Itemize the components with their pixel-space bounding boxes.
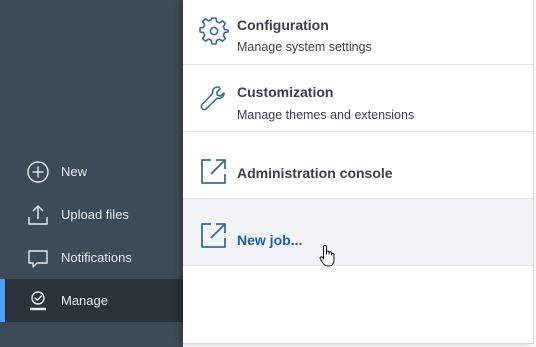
sidebar-item-label: Upload files — [61, 207, 129, 222]
menu-item-new-job[interactable]: New job... — [183, 199, 533, 266]
wrench-icon — [199, 84, 229, 114]
upload-icon — [26, 203, 50, 227]
gear-icon — [199, 15, 229, 45]
menu-item-title: Administration console — [237, 165, 393, 181]
menu-item-configuration[interactable]: Configuration Manage system settings — [183, 0, 533, 65]
sidebar-item-new[interactable]: New — [0, 150, 183, 193]
sidebar-item-label: Manage — [61, 293, 108, 308]
sidebar-item-manage[interactable]: Manage — [0, 279, 183, 322]
menu-item-administration-console[interactable]: Administration console — [183, 132, 533, 199]
manage-user-icon — [26, 289, 50, 313]
chat-bubble-icon — [26, 246, 50, 270]
external-link-icon — [199, 157, 229, 187]
sidebar-item-upload-files[interactable]: Upload files — [0, 193, 183, 236]
hand-pointer-icon — [319, 244, 337, 268]
menu-item-customization[interactable]: Customization Manage themes and extensio… — [183, 65, 533, 132]
manage-panel: Configuration Manage system settings Cus… — [183, 0, 534, 344]
sidebar-item-notifications[interactable]: Notifications — [0, 236, 183, 279]
sidebar-item-label: New — [61, 164, 88, 179]
menu-item-subtitle: Manage system settings — [237, 40, 372, 54]
sidebar: New Upload files Notifications Manage — [0, 0, 183, 347]
menu-item-title: Customization — [237, 84, 334, 100]
external-link-icon — [199, 221, 229, 251]
plus-circle-icon — [26, 160, 50, 184]
menu-item-title: Configuration — [237, 17, 329, 33]
menu-item-subtitle: Manage themes and extensions — [237, 108, 415, 122]
sidebar-item-label: Notifications — [61, 250, 132, 265]
menu-item-title: New job... — [237, 232, 303, 248]
